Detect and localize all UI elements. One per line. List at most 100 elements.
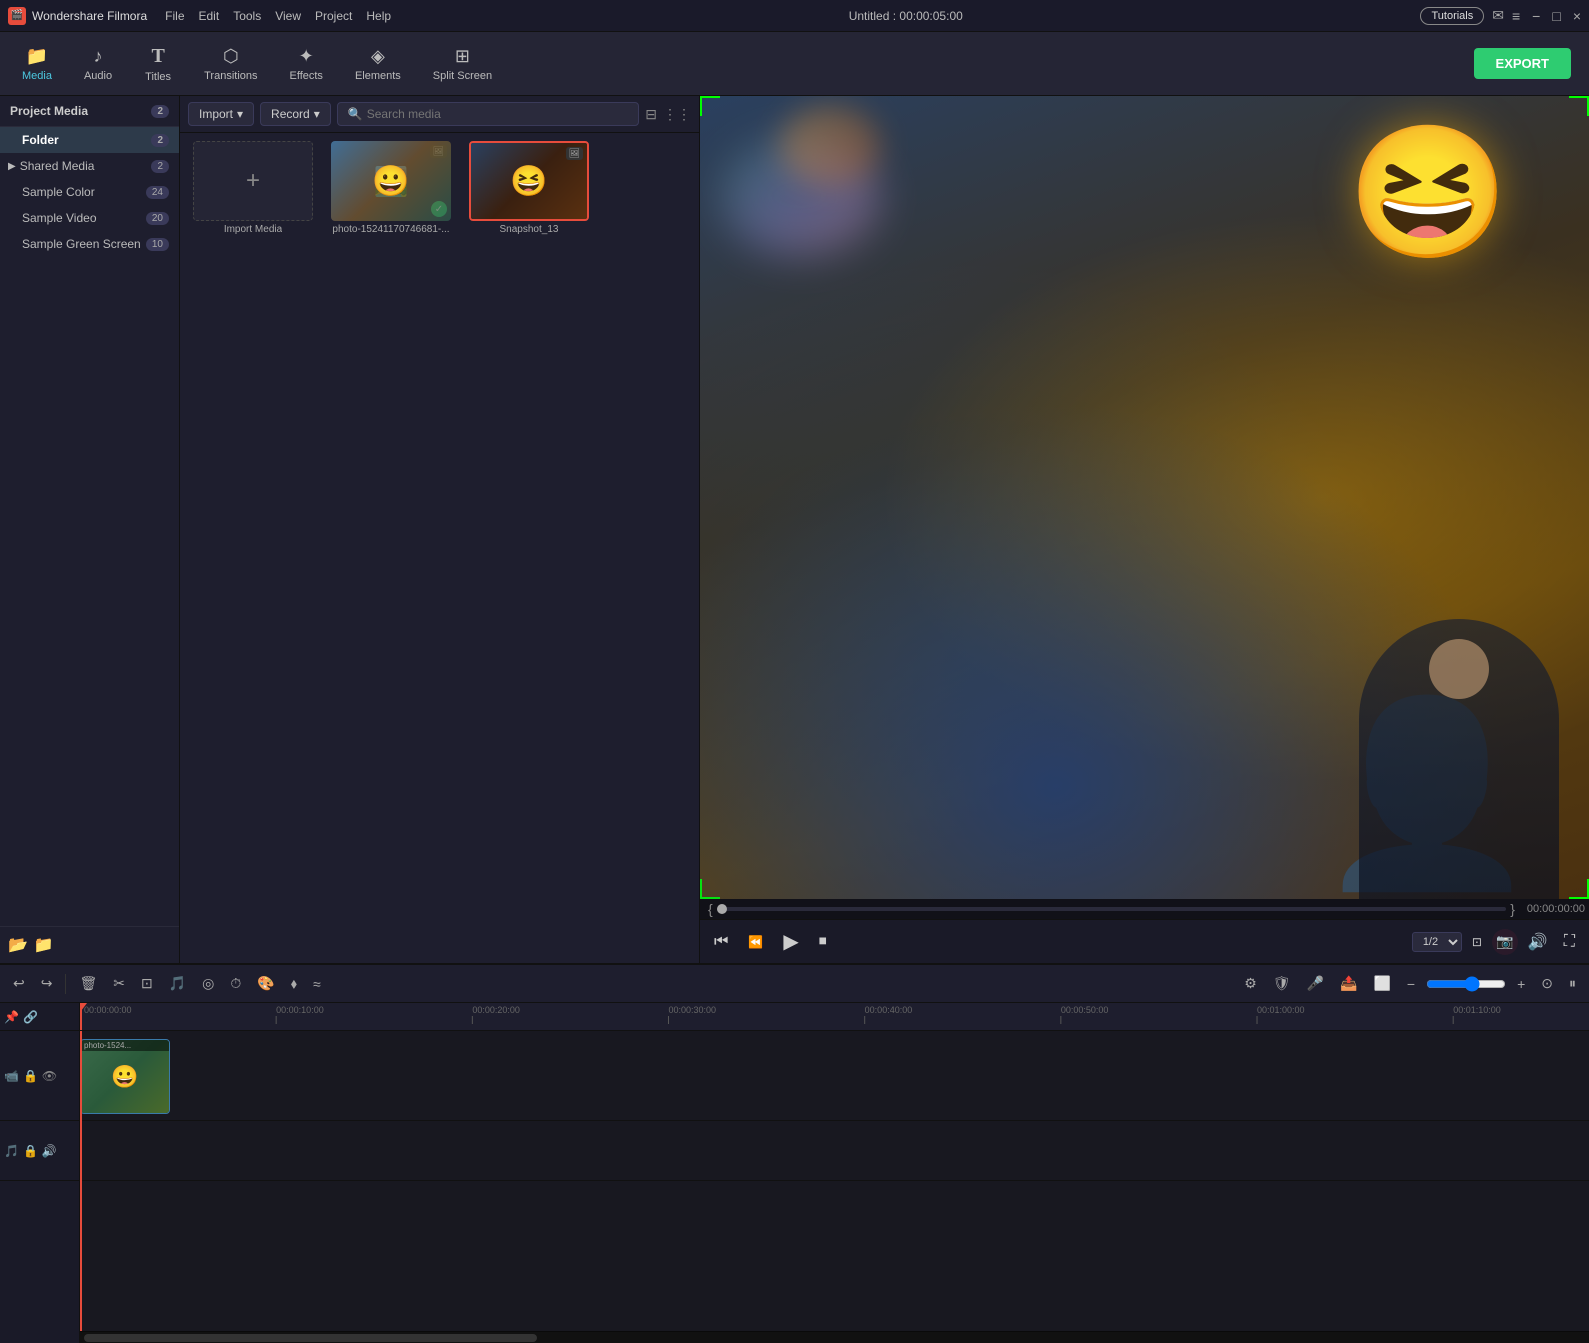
import-dropdown[interactable]: Import ▾ <box>188 102 254 126</box>
timeline-settings-button[interactable]: ⚙ <box>1239 972 1262 995</box>
grid-view-icon[interactable]: ⋮⋮ <box>663 106 691 123</box>
toolbar-transitions[interactable]: ⬡ Transitions <box>190 40 271 88</box>
audio-track-row <box>80 1121 1589 1181</box>
split-button[interactable]: ⬧ <box>286 972 302 995</box>
crop-button[interactable]: ⊡ <box>136 972 158 995</box>
add-track-icon[interactable]: 📌 <box>4 1010 19 1024</box>
import-drop-zone[interactable]: + <box>193 141 313 221</box>
folder-label: Folder <box>22 133 59 147</box>
color-match-button[interactable]: 🎨 <box>252 972 279 995</box>
sidebar-item-shared-media[interactable]: ▶ Shared Media 2 <box>0 153 179 179</box>
zoom-out-button[interactable]: − <box>1402 973 1420 995</box>
pause-render-button[interactable]: ⏸ <box>1564 972 1581 995</box>
timeline-scrollbar[interactable] <box>80 1331 1589 1343</box>
timeline-mic-button[interactable]: 🎤 <box>1302 972 1329 995</box>
stop-button[interactable]: ⏹ <box>813 929 833 955</box>
emoji-balloon: 😆 <box>1347 116 1509 269</box>
notification-icon[interactable]: ✉ <box>1492 7 1504 24</box>
snapshot-button[interactable]: 📷 <box>1492 929 1518 955</box>
record-label: Record <box>271 107 310 121</box>
frame-back-button[interactable]: ⏪ <box>742 931 769 953</box>
sample-green-count: 10 <box>146 238 169 251</box>
audio-icon: ♪ <box>94 46 103 67</box>
tutorials-button[interactable]: Tutorials <box>1420 7 1484 25</box>
scrubber-thumb[interactable] <box>717 904 727 914</box>
photo1-label: photo-15241170746681-... <box>332 224 449 235</box>
add-folder-button[interactable]: 📂 <box>8 935 28 955</box>
record-dropdown[interactable]: Record ▾ <box>260 102 331 126</box>
media-item-photo1[interactable]: 🏞️ 🖼 ✓ 😀 photo-15241170746681-... <box>326 141 456 955</box>
title-right: Tutorials ✉ ≡ − □ × <box>1420 7 1581 25</box>
audio-detach-button[interactable]: 🎵 <box>164 972 191 995</box>
video-track-controls: 📹 🔒 👁 <box>0 1031 79 1121</box>
auto-enhance-button[interactable]: ⏱ <box>225 972 246 995</box>
new-folder-button[interactable]: 📁 <box>34 935 54 955</box>
timeline-ruler[interactable]: 00:00:00:00 00:00:10:00 00:00:20:00 00:0… <box>80 1003 1589 1031</box>
scrubber-track[interactable] <box>717 907 1507 911</box>
play-button[interactable]: ▶ <box>777 925 804 958</box>
export-button[interactable]: EXPORT <box>1474 48 1571 79</box>
menu-tools[interactable]: Tools <box>233 9 261 23</box>
timeline-export2-button[interactable]: 📤 <box>1335 972 1362 995</box>
volume-button[interactable]: 🔊 <box>1522 928 1554 956</box>
speed-select[interactable]: 1/2 <box>1412 932 1462 952</box>
titles-label: Titles <box>145 71 171 83</box>
panel-title: Project Media <box>10 104 88 118</box>
toolbar-media[interactable]: 📁 Media <box>8 40 66 88</box>
preview-scrubber[interactable]: { } 00:00:00:00 <box>700 899 1589 919</box>
hamburger-icon[interactable]: ≡ <box>1512 8 1520 24</box>
fit-preview-button[interactable]: ⊡ <box>1466 931 1488 953</box>
zoom-in-button[interactable]: + <box>1512 973 1530 995</box>
sidebar-item-sample-green[interactable]: Sample Green Screen 10 <box>0 231 179 257</box>
fit-timeline-button[interactable]: ⊙ <box>1536 972 1558 995</box>
timeline-text-button[interactable]: ⬜ <box>1368 972 1395 995</box>
app-name: Wondershare Filmora <box>32 9 147 23</box>
menu-help[interactable]: Help <box>366 9 391 23</box>
stabilize-button[interactable]: ◎ <box>197 972 219 995</box>
media-toolbar: Import ▾ Record ▾ 🔍 ⊟ ⋮⋮ <box>180 96 699 133</box>
step-back-button[interactable]: ⏮ <box>708 929 734 955</box>
delete-clip-button[interactable]: 🗑 <box>74 972 102 995</box>
toolbar-elements[interactable]: ◈ Elements <box>341 40 415 88</box>
minimize-button[interactable]: − <box>1532 8 1540 24</box>
panel-count: 2 <box>151 105 169 118</box>
zoom-slider[interactable] <box>1426 976 1506 992</box>
menu-file[interactable]: File <box>165 9 184 23</box>
undo-button[interactable]: ↩ <box>8 972 30 995</box>
toolbar-titles[interactable]: T Titles <box>130 39 186 89</box>
titles-icon: T <box>151 45 164 68</box>
filter-icon[interactable]: ⊟ <box>645 106 657 123</box>
eye-icon[interactable]: 👁 <box>42 1069 57 1083</box>
fullscreen-button[interactable]: ⛶ <box>1558 929 1581 955</box>
audio-lock-icon[interactable]: 🔒 <box>23 1144 38 1158</box>
search-box[interactable]: 🔍 <box>337 102 640 126</box>
toolbar-audio[interactable]: ♪ Audio <box>70 40 126 88</box>
sidebar-item-sample-video[interactable]: Sample Video 20 <box>0 205 179 231</box>
search-input[interactable] <box>367 107 629 121</box>
lock-icon[interactable]: 🔒 <box>23 1069 38 1083</box>
ruler-mark-2: 00:00:20:00 <box>472 1005 520 1015</box>
audio-label: Audio <box>84 70 112 82</box>
close-button[interactable]: × <box>1573 8 1581 24</box>
media-item-snapshot13[interactable]: 😆 🖼 Snapshot_13 <box>464 141 594 955</box>
toolbar-split-screen[interactable]: ⊞ Split Screen <box>419 40 506 88</box>
playhead-arrow <box>80 1003 87 1011</box>
timeline-shield-button[interactable]: 🛡 <box>1268 972 1296 995</box>
folder-count: 2 <box>151 134 169 147</box>
scrollbar-thumb[interactable] <box>84 1334 537 1342</box>
menu-view[interactable]: View <box>275 9 301 23</box>
redo-button[interactable]: ↪ <box>36 972 58 995</box>
snap-icon[interactable]: 🔗 <box>23 1010 38 1024</box>
import-media-item[interactable]: + Import Media <box>188 141 318 955</box>
menu-project[interactable]: Project <box>315 9 352 23</box>
video-clip[interactable]: photo-1524... 😀 <box>80 1039 170 1114</box>
toolbar-effects[interactable]: ✦ Effects <box>276 40 337 88</box>
audio-vol-icon[interactable]: 🔊 <box>42 1144 57 1158</box>
audio-sync-button[interactable]: ≈ <box>308 973 326 995</box>
menu-edit[interactable]: Edit <box>199 9 220 23</box>
sidebar-item-folder[interactable]: Folder 2 <box>0 127 179 153</box>
maximize-button[interactable]: □ <box>1552 8 1560 24</box>
sidebar-item-sample-color[interactable]: Sample Color 24 <box>0 179 179 205</box>
cut-button[interactable]: ✂ <box>108 972 130 995</box>
border-tl <box>700 96 720 116</box>
